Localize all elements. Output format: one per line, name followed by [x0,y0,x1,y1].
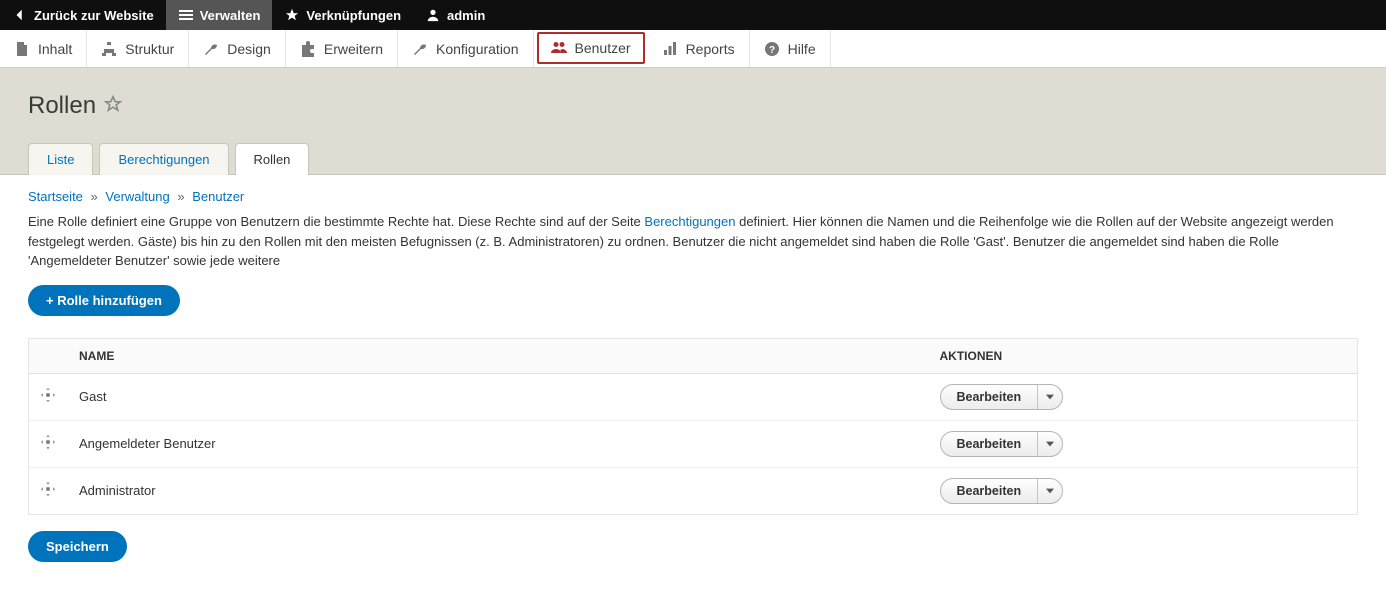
chevron-left-icon [12,7,28,23]
drag-handle-icon[interactable] [29,467,68,514]
page-header: Rollen Liste Berechtigungen Rollen [0,68,1386,175]
menu-reports-label: Reports [686,41,735,57]
dropdown-toggle[interactable] [1038,432,1062,456]
edit-dropbutton: Bearbeiten [940,384,1064,410]
tab-roles[interactable]: Rollen [235,143,310,175]
top-toolbar: Zurück zur Website Verwalten Verknüpfung… [0,0,1386,30]
back-to-site-button[interactable]: Zurück zur Website [0,0,166,30]
tab-permissions[interactable]: Berechtigungen [99,143,228,175]
sitemap-icon [101,41,117,57]
manage-label: Verwalten [200,8,261,23]
breadcrumb-sep: » [177,189,184,204]
save-button[interactable]: Speichern [28,531,127,562]
breadcrumb-sep: » [91,189,98,204]
desc-part1: Eine Rolle definiert eine Gruppe von Ben… [28,214,644,229]
help-icon: ? [764,41,780,57]
favorite-star-icon[interactable] [104,92,122,120]
user-icon [425,7,441,23]
roles-table: NAME AKTIONEN Gast Bearbeiten [28,338,1358,515]
back-to-site-label: Zurück zur Website [34,8,154,23]
users-icon [551,40,567,56]
role-name: Angemeldeter Benutzer [67,420,928,467]
page-title: Rollen [28,92,1358,120]
col-actions: AKTIONEN [928,338,1358,373]
menu-design-label: Design [227,41,271,57]
table-row: Gast Bearbeiten [29,373,1358,420]
bar-chart-icon [662,41,678,57]
role-name: Gast [67,373,928,420]
puzzle-icon [300,41,316,57]
document-icon [14,41,30,57]
user-label: admin [447,8,485,23]
add-role-button[interactable]: + Rolle hinzufügen [28,285,180,316]
menu-reports[interactable]: Reports [648,30,750,67]
page-title-text: Rollen [28,92,96,120]
menu-users-label: Benutzer [575,40,631,56]
content: Startseite » Verwaltung » Benutzer Eine … [0,175,1386,590]
dropdown-toggle[interactable] [1038,479,1062,503]
menu-design[interactable]: Design [189,30,286,67]
menu-structure[interactable]: Struktur [87,30,189,67]
wrench-icon [203,41,219,57]
tabs: Liste Berechtigungen Rollen [28,142,1358,174]
svg-text:?: ? [769,45,775,56]
breadcrumb: Startseite » Verwaltung » Benutzer [28,189,1358,204]
table-row: Administrator Bearbeiten [29,467,1358,514]
manage-button[interactable]: Verwalten [166,0,273,30]
tool-icon [412,41,428,57]
menu-config-label: Konfiguration [436,41,519,57]
description: Eine Rolle definiert eine Gruppe von Ben… [28,212,1358,271]
tab-list[interactable]: Liste [28,143,93,175]
menu-extend[interactable]: Erweitern [286,30,398,67]
role-name: Administrator [67,467,928,514]
edit-button[interactable]: Bearbeiten [941,432,1039,456]
menu-structure-label: Struktur [125,41,174,57]
drag-handle-icon[interactable] [29,420,68,467]
edit-button[interactable]: Bearbeiten [941,479,1039,503]
shortcuts-button[interactable]: Verknüpfungen [272,0,413,30]
menu-users[interactable]: Benutzer [537,32,645,64]
star-icon [284,7,300,23]
dropdown-toggle[interactable] [1038,385,1062,409]
menu-extend-label: Erweitern [324,41,383,57]
menu-content-label: Inhalt [38,41,72,57]
admin-menu: Inhalt Struktur Design Erweitern Konfigu… [0,30,1386,68]
user-menu-button[interactable]: admin [413,0,497,30]
breadcrumb-home[interactable]: Startseite [28,189,83,204]
edit-dropbutton: Bearbeiten [940,431,1064,457]
breadcrumb-users[interactable]: Benutzer [192,189,244,204]
edit-dropbutton: Bearbeiten [940,478,1064,504]
drag-handle-icon[interactable] [29,373,68,420]
col-name: NAME [67,338,928,373]
desc-permissions-link[interactable]: Berechtigungen [644,214,735,229]
menu-config[interactable]: Konfiguration [398,30,534,67]
breadcrumb-admin[interactable]: Verwaltung [105,189,169,204]
edit-button[interactable]: Bearbeiten [941,385,1039,409]
hamburger-icon [178,7,194,23]
menu-help-label: Hilfe [788,41,816,57]
table-row: Angemeldeter Benutzer Bearbeiten [29,420,1358,467]
menu-content[interactable]: Inhalt [0,30,87,67]
menu-help[interactable]: ? Hilfe [750,30,831,67]
shortcuts-label: Verknüpfungen [306,8,401,23]
